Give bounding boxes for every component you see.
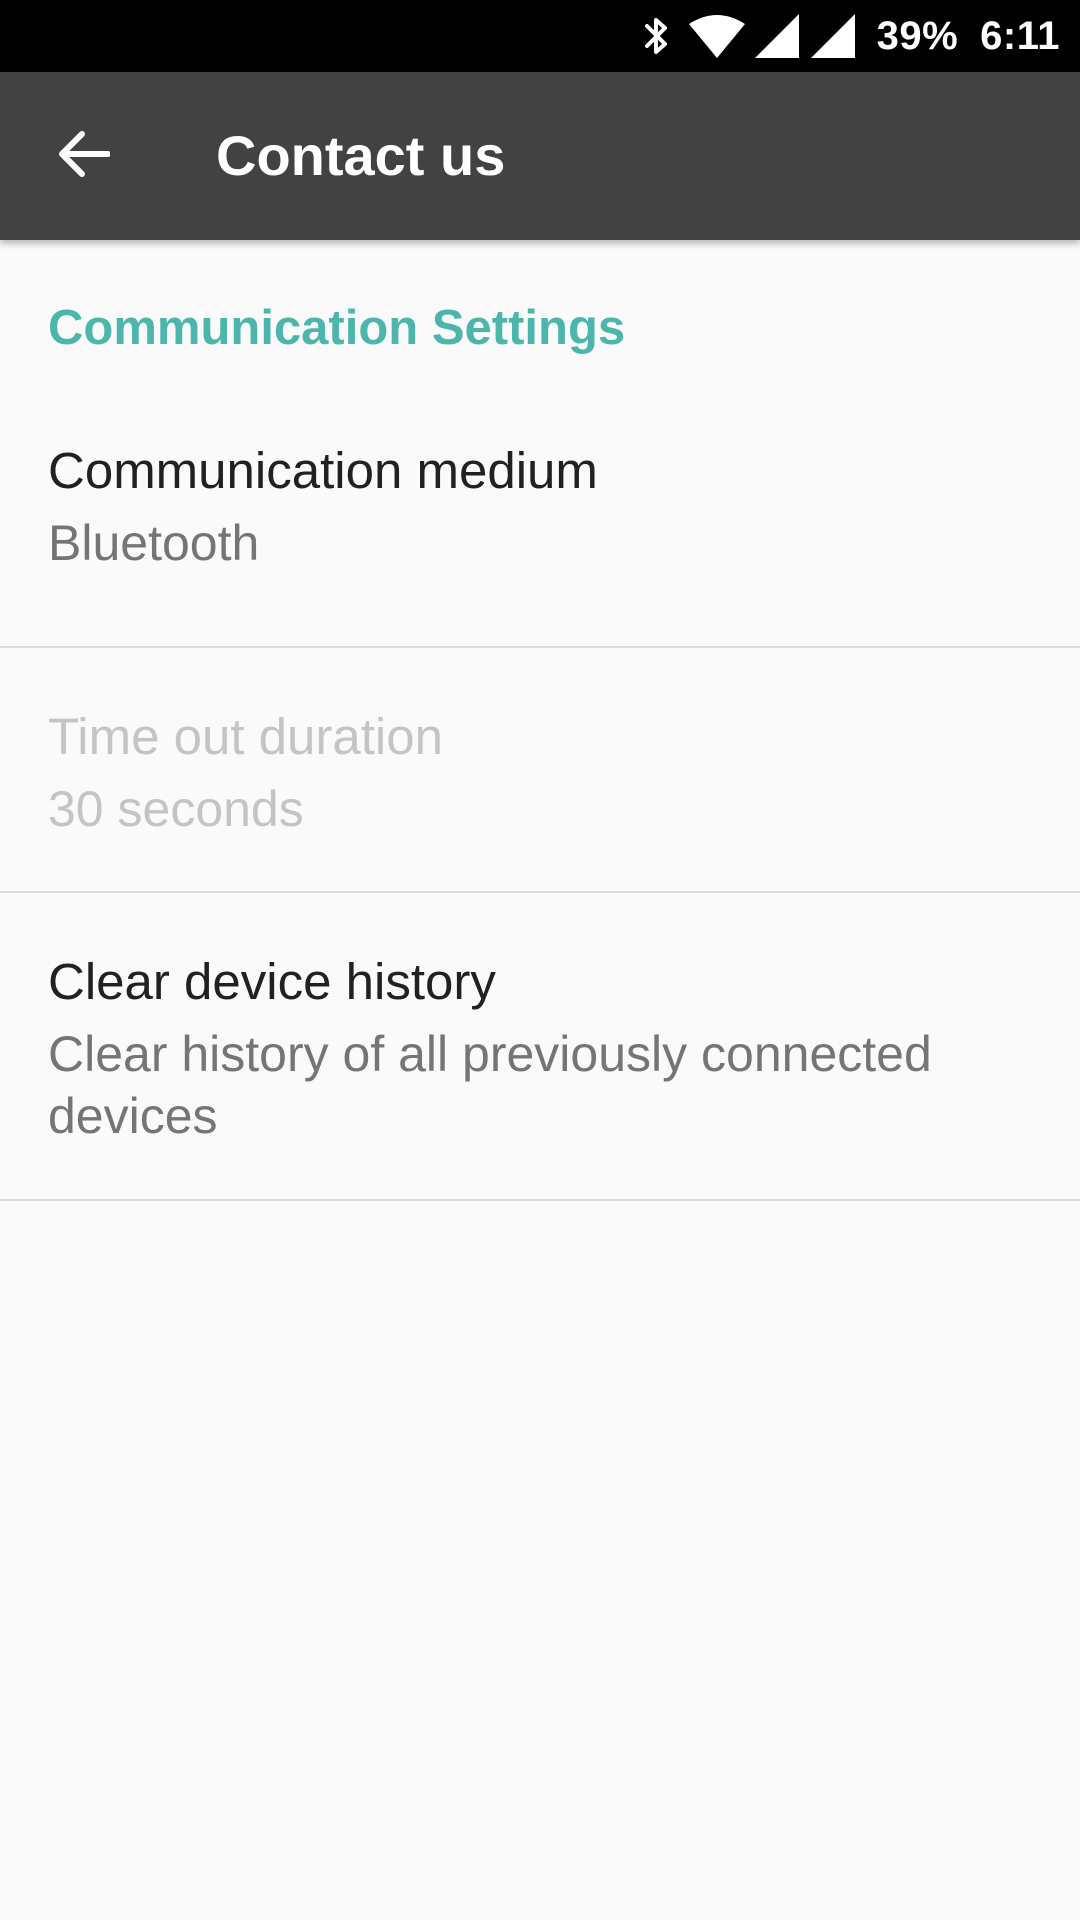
clock: 6:11	[980, 14, 1060, 58]
pref-summary: Bluetooth	[48, 515, 260, 571]
pref-title: Communication medium	[48, 442, 598, 499]
pref-summary: 30 seconds	[48, 781, 304, 837]
back-button[interactable]	[36, 108, 132, 204]
app-bar: Contact us	[0, 72, 1080, 240]
wifi-icon	[688, 14, 745, 58]
section-header: Communication Settings	[48, 301, 626, 355]
status-icons: 39% 6:11	[643, 0, 1060, 72]
bluetooth-icon	[643, 15, 671, 57]
pref-title: Clear device history	[48, 953, 496, 1010]
pref-title: Time out duration	[48, 708, 443, 765]
page-title: Contact us	[216, 124, 506, 187]
pref-time-out-duration: Time out duration 30 seconds	[0, 648, 1080, 893]
status-bar: 39% 6:11	[0, 0, 1080, 72]
battery-percent: 39%	[876, 14, 959, 58]
pref-clear-device-history[interactable]: Clear device history Clear history of al…	[0, 893, 1080, 1201]
pref-summary: Clear history of all previously connecte…	[48, 1026, 932, 1144]
signal-icon	[754, 14, 799, 58]
arrow-back-icon	[58, 130, 111, 183]
pref-communication-medium[interactable]: Communication medium Bluetooth	[0, 416, 1080, 648]
signal-icon	[810, 14, 855, 58]
settings-list: Communication Settings Communication med…	[0, 240, 1080, 1201]
